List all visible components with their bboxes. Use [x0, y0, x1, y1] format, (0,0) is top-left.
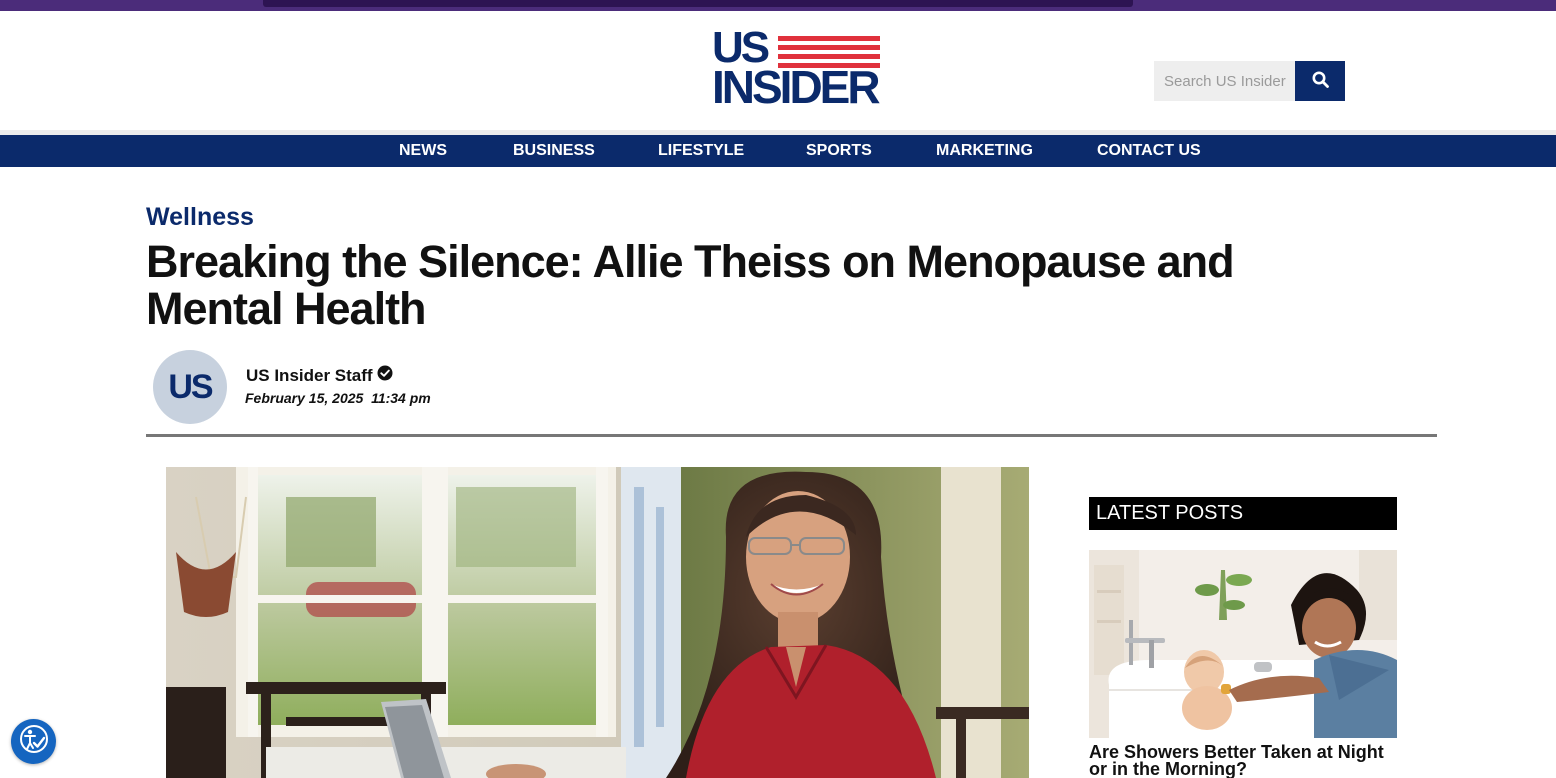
nav-item-marketing[interactable]: MARKETING [936, 135, 1033, 167]
top-bar-inner [263, 0, 1133, 7]
search-button[interactable] [1295, 61, 1345, 101]
nav-item-lifestyle[interactable]: LIFESTYLE [658, 135, 744, 167]
author-avatar[interactable]: US [153, 350, 227, 424]
author-line: US Insider Staff [246, 365, 393, 386]
main-nav: NEWS BUSINESS LIFESTYLE SPORTS MARKETING… [0, 135, 1556, 167]
latest-post-thumbnail[interactable] [1089, 550, 1397, 738]
nav-item-news[interactable]: NEWS [399, 135, 447, 167]
accessibility-button[interactable] [11, 719, 56, 764]
top-bar [0, 0, 1556, 11]
author-name[interactable]: US Insider Staff [246, 366, 373, 386]
article-category[interactable]: Wellness [146, 203, 254, 232]
site-logo[interactable]: US INSIDER [712, 24, 884, 114]
search-input[interactable] [1154, 61, 1295, 101]
logo-insider-text: INSIDER [712, 61, 881, 113]
article-title: Breaking the Silence: Allie Theiss on Me… [146, 236, 1235, 334]
nav-item-contact-us[interactable]: CONTACT US [1097, 135, 1201, 167]
author-avatar-initials: US [168, 367, 213, 406]
latest-posts-heading: LATEST POSTS [1089, 497, 1397, 530]
search-form [1154, 61, 1345, 101]
nav-item-sports[interactable]: SPORTS [806, 135, 872, 167]
article-hero-image [166, 467, 1029, 778]
accessibility-icon [18, 723, 50, 760]
article-date: February 15, 2025 11:34 pm [245, 390, 431, 406]
search-icon [1312, 71, 1329, 91]
article-divider [146, 434, 1437, 437]
latest-post-title[interactable]: Are Showers Better Taken at Night or in … [1089, 743, 1397, 778]
verified-check-icon [377, 365, 393, 386]
nav-item-business[interactable]: BUSINESS [513, 135, 595, 167]
